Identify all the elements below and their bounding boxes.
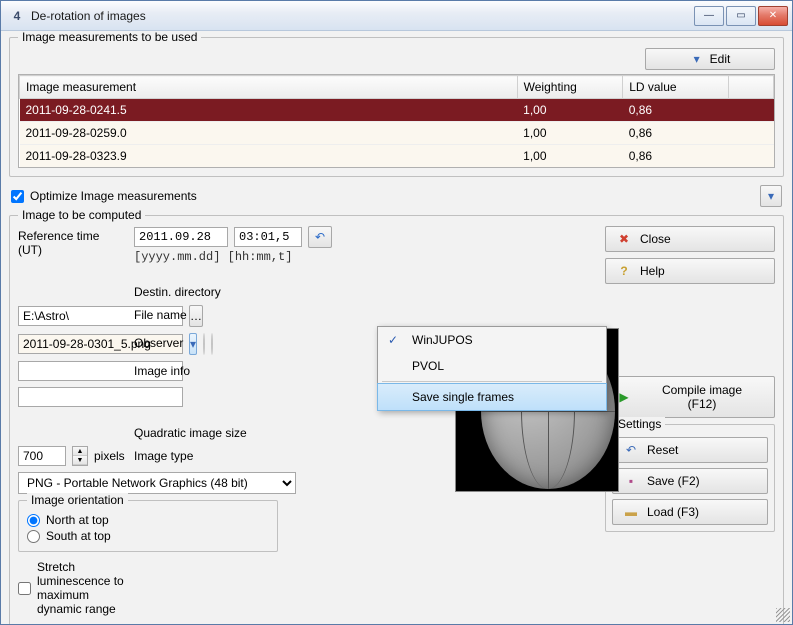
dropdown-separator (382, 381, 602, 382)
window: 4 De-rotation of images — ▭ ✕ Image meas… (0, 0, 793, 625)
help-label: Help (640, 264, 665, 278)
close-window-button[interactable]: ✕ (758, 6, 788, 26)
close-label: Close (640, 232, 671, 246)
stretch-checkbox[interactable] (18, 582, 31, 595)
orientation-label: Image orientation (27, 493, 128, 507)
save-button[interactable]: ▪ Save (F2) (612, 468, 768, 494)
quad-unit: pixels (94, 449, 125, 463)
revert-time-button[interactable]: ↶ (308, 226, 332, 248)
ref-date-input[interactable] (134, 227, 228, 247)
col-weighting[interactable]: Weighting (517, 76, 623, 99)
maximize-button[interactable]: ▭ (726, 6, 756, 26)
window-title: De-rotation of images (31, 9, 692, 23)
spin-up-icon: ▲ (73, 447, 87, 456)
ref-time-input[interactable] (234, 227, 302, 247)
dropdown-item-pvol[interactable]: PVOL (378, 353, 606, 379)
south-label: South at top (46, 529, 111, 543)
help-icon: ? (616, 264, 632, 278)
filename-dropdown: WinJUPOS PVOL Save single frames (377, 326, 607, 411)
chevron-down-icon: ▾ (690, 52, 704, 66)
titlebar: 4 De-rotation of images — ▭ ✕ (1, 1, 792, 31)
col-ld[interactable]: LD value (623, 76, 729, 99)
compute-group: Image to be computed ✖ Close ? Help ▶ (9, 215, 784, 624)
settings-label: Settings (614, 417, 665, 431)
filename-label: File name (134, 305, 597, 322)
save-label: Save (F2) (647, 474, 700, 488)
ref-time-hint: [yyyy.mm.dd] [hh:mm,t] (134, 250, 597, 264)
measurements-label: Image measurements to be used (18, 31, 201, 44)
optimize-checkbox[interactable] (11, 190, 24, 203)
undo-icon: ↶ (623, 443, 639, 457)
measurements-group: Image measurements to be used ▾ Edit Ima… (9, 37, 784, 177)
dropdown-item-winjupos[interactable]: WinJUPOS (378, 327, 606, 353)
imagetype-select[interactable]: PNG - Portable Network Graphics (48 bit) (18, 472, 296, 494)
compile-label-1: Compile image (662, 383, 742, 397)
edit-button-label: Edit (710, 52, 731, 66)
col-image[interactable]: Image measurement (20, 76, 518, 99)
settings-group: Settings ↶ Reset ▪ Save (F2) ▬ Load (F3) (605, 424, 775, 532)
north-label: North at top (46, 513, 109, 527)
imageinfo-input[interactable] (18, 387, 183, 407)
load-button[interactable]: ▬ Load (F3) (612, 499, 768, 525)
compute-label: Image to be computed (18, 208, 145, 222)
spin-down-icon: ▼ (73, 456, 87, 465)
dest-dir-label: Destin. directory (134, 282, 597, 299)
optimize-label: Optimize Image measurements (30, 189, 197, 203)
client-area: Image measurements to be used ▾ Edit Ima… (1, 31, 792, 624)
undo-icon: ↶ (315, 230, 325, 244)
quad-size-input[interactable] (18, 446, 66, 466)
south-radio[interactable] (27, 530, 40, 543)
chevron-down-icon: ▾ (768, 189, 774, 203)
folder-icon: ▬ (623, 505, 639, 519)
load-label: Load (F3) (647, 505, 699, 519)
save-icon: ▪ (623, 474, 639, 488)
dropdown-item-save-frames[interactable]: Save single frames (377, 383, 607, 411)
orientation-group: Image orientation North at top South at … (18, 500, 278, 552)
quad-size-spinner[interactable]: ▲▼ (72, 446, 88, 466)
edit-button[interactable]: ▾ Edit (645, 48, 775, 70)
expand-toggle[interactable]: ▾ (760, 185, 782, 207)
table-row[interactable]: 2011-09-28-0323.91,000,86 (20, 145, 774, 168)
measurements-table[interactable]: Image measurement Weighting LD value 201… (18, 74, 775, 168)
compile-button[interactable]: ▶ Compile image (F12) (605, 376, 775, 418)
table-row[interactable]: 2011-09-28-0241.51,000,86 (20, 99, 774, 122)
resize-grip[interactable] (776, 608, 790, 622)
table-row[interactable]: 2011-09-28-0259.01,000,86 (20, 122, 774, 145)
help-button[interactable]: ? Help (605, 258, 775, 284)
cross-icon: ✖ (616, 232, 632, 246)
north-radio[interactable] (27, 514, 40, 527)
compile-label-2: (F12) (688, 397, 717, 411)
minimize-button[interactable]: — (694, 6, 724, 26)
app-icon: 4 (9, 8, 25, 24)
col-spacer (728, 76, 773, 99)
close-button[interactable]: ✖ Close (605, 226, 775, 252)
stretch-label: Stretch luminescence to maximum dynamic … (37, 560, 126, 616)
reset-label: Reset (647, 443, 678, 457)
ref-time-label: Reference time (UT) (18, 226, 126, 257)
reset-button[interactable]: ↶ Reset (612, 437, 768, 463)
